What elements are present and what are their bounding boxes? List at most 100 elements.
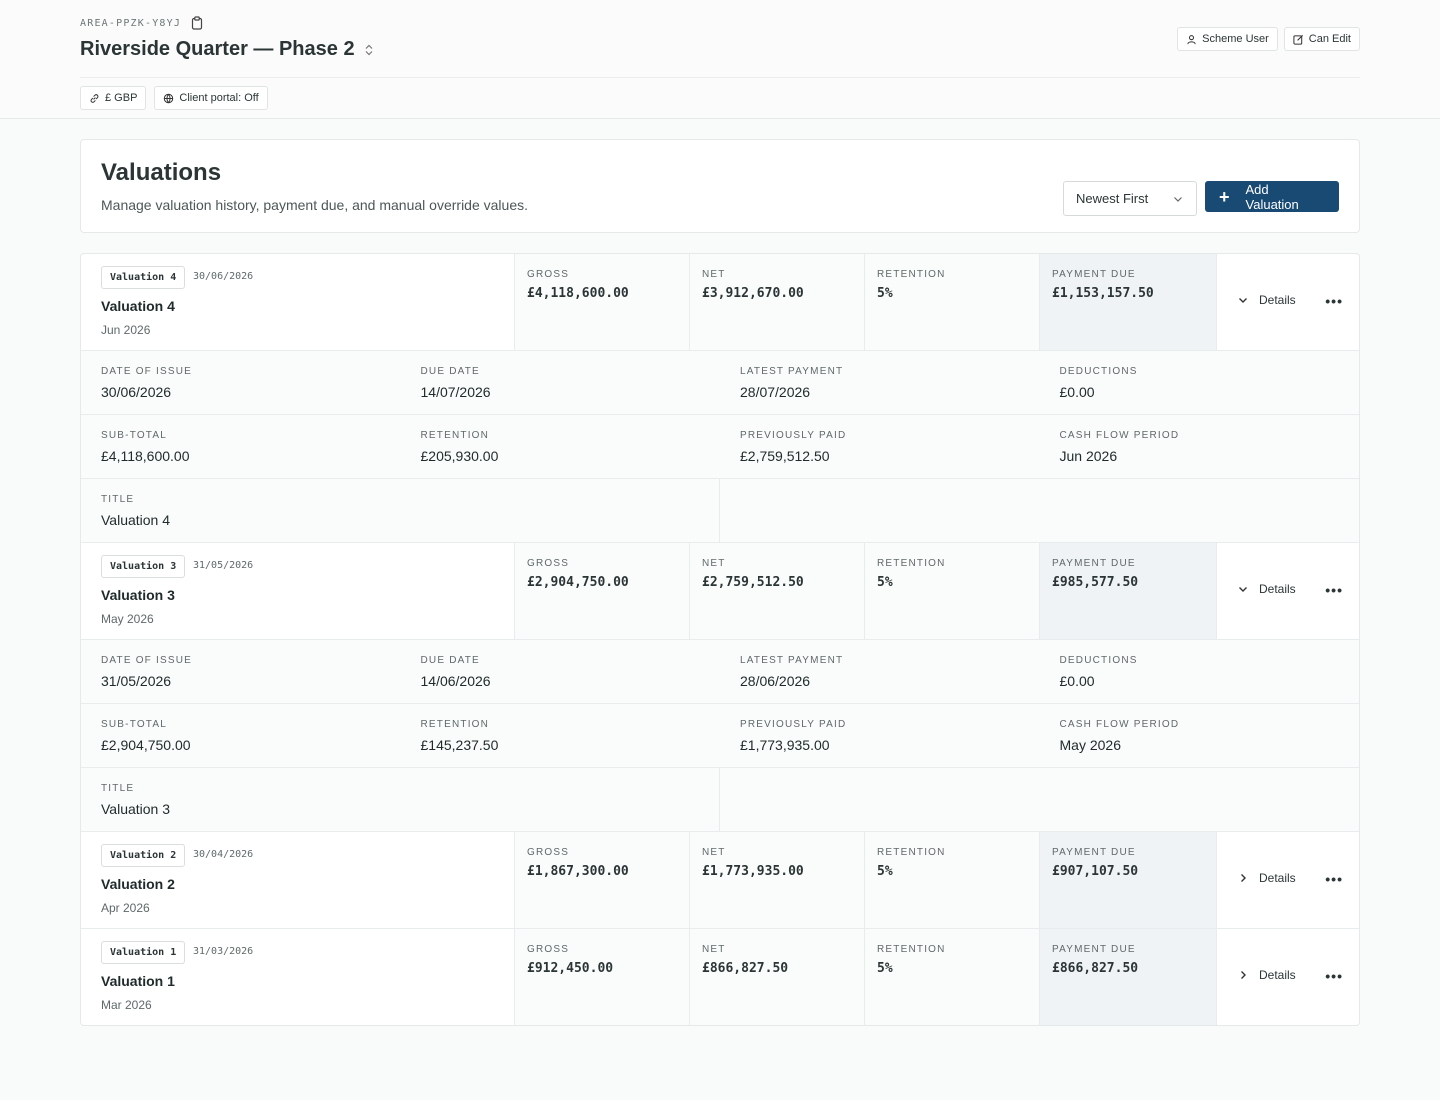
valuation-row[interactable]: Valuation 3 31/05/2026 Valuation 3 May 2026… <box>81 543 1359 640</box>
valuation-badge: Valuation 1 <box>101 941 186 964</box>
net-metric: NET £1,773,935.00 <box>690 832 865 928</box>
valuation-period: Jun 2026 <box>101 323 151 337</box>
client-portal-label: Client portal: Off <box>179 92 259 104</box>
valuation-details-dates: DATE OF ISSUE 31/05/2026 DUE DATE 14/06/202… <box>81 640 1359 704</box>
chevron-down-icon <box>1174 196 1182 202</box>
sort-caret-icon <box>363 43 375 57</box>
valuation-title: Valuation 4 <box>101 298 175 314</box>
plus-icon: + <box>1219 186 1230 207</box>
gross-metric: GROSS £2,904,750.00 <box>515 543 690 639</box>
header-divider <box>80 77 1360 78</box>
sub-total-label: SUB-TOTAL <box>101 430 167 441</box>
retention-amount-field: RETENTION £205,930.00 <box>401 415 721 478</box>
more-icon[interactable]: ••• <box>1325 583 1343 597</box>
more-icon[interactable]: ••• <box>1325 969 1343 983</box>
date-of-issue-field: DATE OF ISSUE 31/05/2026 <box>81 640 401 703</box>
deductions-value: £0.00 <box>1059 673 1095 689</box>
scheme-user-button[interactable]: Scheme User <box>1177 27 1278 51</box>
gross-metric: GROSS £4,118,600.00 <box>515 254 690 350</box>
link-icon <box>90 93 99 103</box>
retention-amount-value: £145,237.50 <box>420 737 499 753</box>
can-edit-label: Can Edit <box>1308 33 1351 45</box>
can-edit-button[interactable]: Can Edit <box>1283 27 1360 51</box>
gross-metric: GROSS £912,450.00 <box>515 929 690 1025</box>
chevron-down-icon <box>1237 294 1249 306</box>
title-spacer <box>720 768 1359 831</box>
sort-select-value: Newest First <box>1076 191 1149 206</box>
gross-label: GROSS <box>527 944 570 955</box>
valuation-list: Valuation 4 30/06/2026 Valuation 4 Jun 2026… <box>80 253 1360 1026</box>
due-date-label: DUE DATE <box>420 366 480 377</box>
date-of-issue-value: 30/06/2026 <box>101 384 172 400</box>
due-date-value: 14/07/2026 <box>420 384 491 400</box>
details-toggle-button[interactable]: Details <box>1237 582 1296 596</box>
valuation-date: 30/06/2026 <box>193 271 254 282</box>
due-date-value: 14/06/2026 <box>420 673 491 689</box>
previously-paid-label: PREVIOUSLY PAID <box>740 719 847 730</box>
valuation-identity: Valuation 2 30/04/2026 Valuation 2 Apr 2026 <box>81 832 515 928</box>
currency-chip[interactable]: £ GBP <box>80 86 147 110</box>
retention-label: RETENTION <box>877 847 946 858</box>
currency-label: £ GBP <box>105 92 138 104</box>
valuation-row[interactable]: Valuation 2 30/04/2026 Valuation 2 Apr 2026… <box>81 832 1359 929</box>
client-portal-chip[interactable]: Client portal: Off <box>154 86 268 110</box>
retention-metric: RETENTION 5% <box>865 254 1040 350</box>
retention-label: RETENTION <box>877 269 946 280</box>
due-date-label: DUE DATE <box>420 655 480 666</box>
valuation-row[interactable]: Valuation 4 30/06/2026 Valuation 4 Jun 2026… <box>81 254 1359 351</box>
sort-select[interactable]: Newest First <box>1063 181 1197 216</box>
deductions-field: DEDUCTIONS £0.00 <box>1040 640 1360 703</box>
payment-due-metric: PAYMENT DUE £866,827.50 <box>1040 929 1217 1025</box>
title-value: Valuation 4 <box>101 512 171 528</box>
valuation-identity: Valuation 1 31/03/2026 Valuation 1 Mar 2026 <box>81 929 515 1025</box>
valuation-details-dates: DATE OF ISSUE 30/06/2026 DUE DATE 14/07/202… <box>81 351 1359 415</box>
clipboard-icon[interactable] <box>191 16 203 30</box>
page-title: Valuations <box>101 159 222 186</box>
retention-value: 5% <box>877 864 893 879</box>
gross-label: GROSS <box>527 847 570 858</box>
date-of-issue-label: DATE OF ISSUE <box>101 366 192 377</box>
title-field: TITLE Valuation 4 <box>81 479 720 542</box>
sub-total-value: £4,118,600.00 <box>101 448 190 464</box>
more-icon[interactable]: ••• <box>1325 872 1343 886</box>
gross-label: GROSS <box>527 558 570 569</box>
valuation-row[interactable]: Valuation 1 31/03/2026 Valuation 1 Mar 2026… <box>81 929 1359 1025</box>
previously-paid-value: £2,759,512.50 <box>740 448 830 464</box>
valuation-details-amounts: SUB-TOTAL £2,904,750.00 RETENTION £145,237.… <box>81 704 1359 768</box>
details-toggle-button[interactable]: Details <box>1237 871 1296 885</box>
due-date-field: DUE DATE 14/06/2026 <box>401 640 721 703</box>
chevron-right-icon <box>1237 872 1249 884</box>
valuation-badge: Valuation 4 <box>101 266 186 289</box>
cash-flow-period-label: CASH FLOW PERIOD <box>1059 430 1180 441</box>
area-code: AREA-PPZK-Y8YJ <box>80 16 203 30</box>
latest-payment-label: LATEST PAYMENT <box>740 655 844 666</box>
cash-flow-period-field: CASH FLOW PERIOD May 2026 <box>1040 704 1360 767</box>
latest-payment-value: 28/06/2026 <box>740 673 811 689</box>
valuation-period: May 2026 <box>101 612 154 626</box>
latest-payment-value: 28/07/2026 <box>740 384 811 400</box>
latest-payment-field: LATEST PAYMENT 28/07/2026 <box>720 351 1040 414</box>
due-date-field: DUE DATE 14/07/2026 <box>401 351 721 414</box>
retention-value: 5% <box>877 575 893 590</box>
previously-paid-value: £1,773,935.00 <box>740 737 830 753</box>
retention-value: 5% <box>877 286 893 301</box>
project-switcher[interactable]: Riverside Quarter — Phase 2 <box>80 38 375 61</box>
chevron-down-icon <box>1237 583 1249 595</box>
more-icon[interactable]: ••• <box>1325 294 1343 308</box>
cash-flow-period-field: CASH FLOW PERIOD Jun 2026 <box>1040 415 1360 478</box>
payment-due-value: £1,153,157.50 <box>1052 286 1154 301</box>
valuation-badge: Valuation 2 <box>101 844 186 867</box>
net-value: £3,912,670.00 <box>702 286 804 301</box>
payment-due-label: PAYMENT DUE <box>1052 847 1136 858</box>
date-of-issue-value: 31/05/2026 <box>101 673 172 689</box>
globe-icon <box>164 93 174 103</box>
valuation-period: Apr 2026 <box>101 901 150 915</box>
deductions-value: £0.00 <box>1059 384 1095 400</box>
retention-value: 5% <box>877 961 893 976</box>
details-toggle-button[interactable]: Details <box>1237 968 1296 982</box>
valuation-title: Valuation 2 <box>101 876 175 892</box>
net-value: £866,827.50 <box>702 961 789 976</box>
details-toggle-button[interactable]: Details <box>1237 293 1296 307</box>
previously-paid-field: PREVIOUSLY PAID £1,773,935.00 <box>720 704 1040 767</box>
add-valuation-button[interactable]: + Add Valuation <box>1205 181 1339 212</box>
